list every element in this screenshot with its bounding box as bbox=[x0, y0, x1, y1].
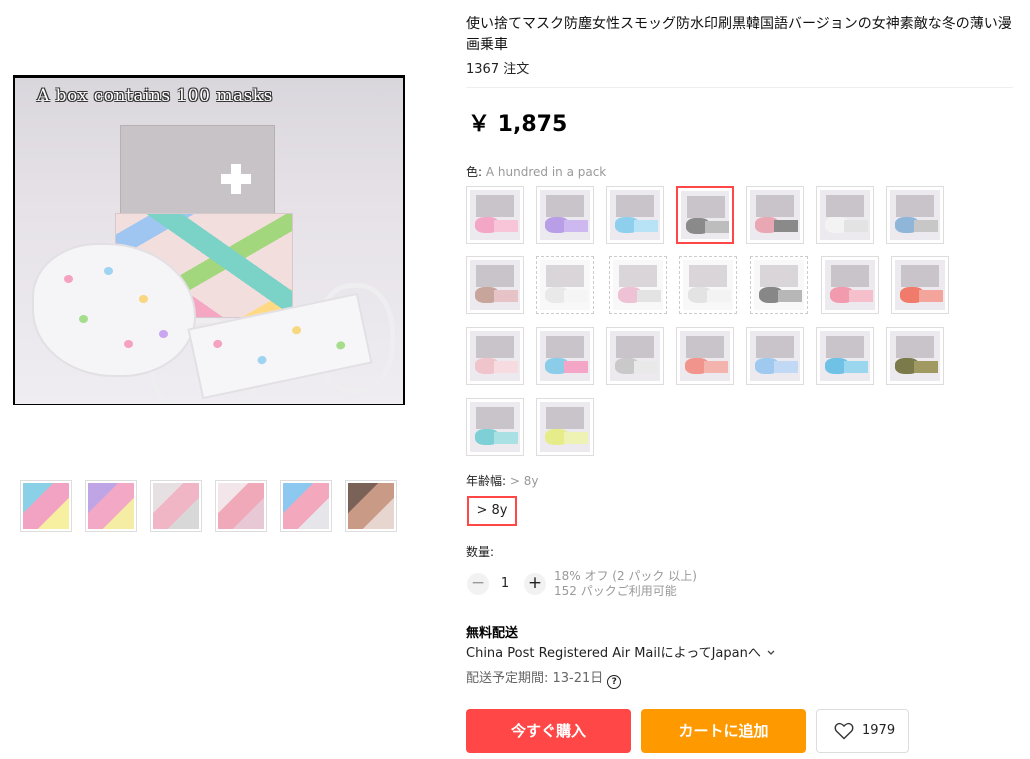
quantity-increase-button[interactable]: + bbox=[524, 573, 546, 595]
color-option-image bbox=[750, 190, 800, 240]
medical-cross-icon bbox=[221, 164, 251, 194]
color-option[interactable] bbox=[676, 186, 734, 244]
selected-age-value: > 8y bbox=[509, 474, 539, 488]
color-option-image bbox=[470, 260, 520, 310]
color-option-image bbox=[683, 260, 733, 310]
color-option-image bbox=[610, 331, 660, 381]
thumbnail-image bbox=[88, 483, 134, 529]
product-thumbnail[interactable] bbox=[345, 480, 397, 532]
shipping-method-text: China Post Registered Air MailによってJapanへ bbox=[466, 646, 761, 661]
shipping-title: 無料配送 bbox=[466, 626, 519, 641]
color-option-image bbox=[470, 190, 520, 240]
heart-icon bbox=[834, 722, 854, 740]
color-label: 色: bbox=[466, 165, 483, 179]
color-option[interactable] bbox=[466, 327, 524, 385]
color-option[interactable] bbox=[536, 256, 594, 314]
color-option-image bbox=[890, 331, 940, 381]
color-option-image bbox=[895, 260, 945, 310]
color-option[interactable] bbox=[676, 327, 734, 385]
color-option-image bbox=[540, 260, 590, 310]
color-option[interactable] bbox=[466, 256, 524, 314]
color-option-image bbox=[540, 190, 590, 240]
quantity-decrease-button[interactable]: − bbox=[467, 573, 489, 595]
color-option-image bbox=[680, 331, 730, 381]
wishlist-count: 1979 bbox=[862, 723, 896, 738]
quantity-label: 数量: bbox=[466, 545, 495, 559]
image-caption: A box contains 100 masks bbox=[37, 86, 273, 106]
color-option-image bbox=[610, 190, 660, 240]
color-option[interactable] bbox=[466, 398, 524, 456]
buy-now-button[interactable]: 今すぐ購入 bbox=[466, 709, 631, 753]
thumbnail-image bbox=[348, 483, 394, 529]
color-option[interactable] bbox=[536, 398, 594, 456]
color-option[interactable] bbox=[816, 327, 874, 385]
color-option[interactable] bbox=[746, 186, 804, 244]
product-thumbnail[interactable] bbox=[150, 480, 202, 532]
color-option[interactable] bbox=[750, 256, 808, 314]
product-thumbnail[interactable] bbox=[215, 480, 267, 532]
stock-available-text: 152 パックご利用可能 bbox=[554, 584, 677, 598]
color-option[interactable] bbox=[886, 186, 944, 244]
color-option-image bbox=[613, 260, 663, 310]
color-option-image bbox=[754, 260, 804, 310]
color-option[interactable] bbox=[891, 256, 949, 314]
quantity-value[interactable]: 1 bbox=[498, 576, 512, 591]
color-option[interactable] bbox=[886, 327, 944, 385]
main-product-image[interactable]: A box contains 100 masks bbox=[13, 75, 405, 405]
color-option[interactable] bbox=[466, 186, 524, 244]
selected-color-value: A hundred in a pack bbox=[485, 165, 607, 179]
divider bbox=[466, 87, 1013, 88]
color-option-image bbox=[820, 190, 870, 240]
color-option[interactable] bbox=[606, 327, 664, 385]
thumbnail-image bbox=[283, 483, 329, 529]
age-option-8y[interactable]: > 8y bbox=[467, 496, 517, 526]
wishlist-button[interactable]: 1979 bbox=[816, 709, 909, 753]
color-label-row: 色: A hundred in a pack bbox=[466, 163, 606, 180]
product-photo: A box contains 100 masks bbox=[15, 78, 403, 404]
thumbnail-image bbox=[153, 483, 199, 529]
color-option-image bbox=[540, 402, 590, 452]
color-option-image bbox=[890, 190, 940, 240]
product-title: 使い捨てマスク防塵女性スモッグ防水印刷黒韓国語バージョンの女神素敵な冬の薄い漫画… bbox=[466, 16, 1012, 53]
color-option-image bbox=[470, 402, 520, 452]
age-label: 年齢幅: bbox=[466, 474, 507, 488]
thumbnail-image bbox=[218, 483, 264, 529]
color-option[interactable] bbox=[746, 327, 804, 385]
color-option-image bbox=[750, 331, 800, 381]
shipping-method-selector[interactable]: China Post Registered Air MailによってJapanへ bbox=[466, 642, 775, 661]
product-price: ￥ 1,875 bbox=[468, 112, 568, 137]
delivery-estimate: 配送予定期間: 13-21日? bbox=[466, 667, 622, 689]
product-thumbnail[interactable] bbox=[85, 480, 137, 532]
bulk-discount-text: 18% オフ (2 パック 以上) bbox=[554, 569, 697, 583]
color-option[interactable] bbox=[606, 186, 664, 244]
color-option[interactable] bbox=[609, 256, 667, 314]
color-option-image bbox=[540, 331, 590, 381]
order-count: 1367 注文 bbox=[466, 62, 530, 77]
question-icon[interactable]: ? bbox=[607, 675, 622, 689]
chevron-down-icon bbox=[767, 650, 775, 655]
quantity-info: 18% オフ (2 パック 以上) 152 パックご利用可能 bbox=[554, 569, 697, 599]
thumbnail-image bbox=[23, 483, 69, 529]
color-option[interactable] bbox=[821, 256, 879, 314]
delivery-estimate-text: 配送予定期間: 13-21日 bbox=[466, 671, 604, 686]
color-option-image bbox=[820, 331, 870, 381]
color-option[interactable] bbox=[679, 256, 737, 314]
color-option[interactable] bbox=[816, 186, 874, 244]
product-thumbnail[interactable] bbox=[20, 480, 72, 532]
color-option[interactable] bbox=[536, 327, 594, 385]
color-option-image bbox=[825, 260, 875, 310]
product-thumbnail[interactable] bbox=[280, 480, 332, 532]
add-to-cart-button[interactable]: カートに追加 bbox=[641, 709, 806, 753]
color-option-image bbox=[681, 191, 729, 239]
age-label-row: 年齢幅: > 8y bbox=[466, 472, 538, 489]
color-option[interactable] bbox=[536, 186, 594, 244]
color-option-image bbox=[470, 331, 520, 381]
